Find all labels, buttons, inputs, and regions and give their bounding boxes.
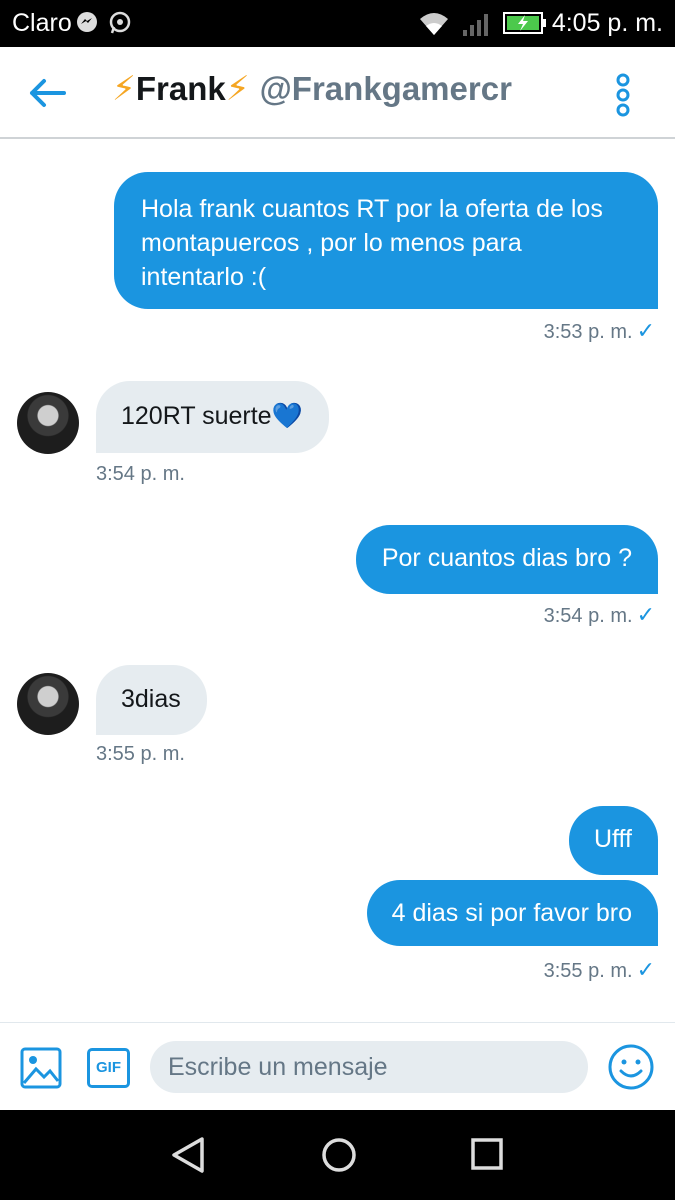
battery-charging-icon [503, 12, 547, 39]
image-icon[interactable] [20, 1047, 62, 1094]
back-triangle-icon[interactable] [170, 1136, 206, 1179]
recents-square-icon[interactable] [470, 1137, 504, 1176]
messenger-icon [76, 11, 98, 38]
gif-icon[interactable]: GIF [87, 1048, 130, 1088]
conversation-title[interactable]: ⚡Frank⚡ @Frankgamercr [112, 69, 512, 109]
message-timestamp: 3:55 p. m. [96, 743, 185, 765]
read-check-icon: ✓ [636, 318, 655, 343]
message-text: 120RT suerte [121, 402, 272, 430]
conversation-header: ⚡Frank⚡ @Frankgamercr [0, 47, 675, 139]
message-text: 4 dias si por favor bro [391, 899, 632, 927]
avatar[interactable] [17, 392, 79, 454]
read-check-icon: ✓ [636, 957, 655, 982]
contact-name: Frank [135, 70, 226, 107]
whatsapp-icon [108, 11, 132, 40]
avatar[interactable] [17, 673, 79, 735]
compose-bar: GIF [0, 1022, 675, 1110]
outgoing-message[interactable]: Por cuantos dias bro ? [355, 525, 658, 594]
signal-icon [463, 10, 493, 41]
more-options-icon[interactable] [610, 73, 636, 117]
message-line: Hola frank cuantos RT por la oferta de l… [141, 195, 603, 223]
home-circle-icon[interactable] [320, 1136, 358, 1179]
message-text: Ufff [594, 825, 632, 853]
message-line: intentarlo :( [141, 263, 267, 291]
message-input[interactable] [150, 1041, 588, 1093]
read-check-icon: ✓ [636, 602, 655, 627]
message-timestamp: 3:53 p. m. ✓ [543, 318, 655, 343]
navigation-bar [0, 1110, 675, 1200]
message-text: 3dias [121, 685, 181, 713]
emoji-icon[interactable] [607, 1043, 655, 1096]
outgoing-message[interactable]: Hola frank cuantos RT por la oferta de l… [114, 172, 658, 309]
outgoing-message[interactable]: 4 dias si por favor bro [366, 880, 658, 946]
message-text: Por cuantos dias bro ? [381, 544, 632, 572]
carrier-name: Claro [12, 9, 72, 37]
message-timestamp: 3:55 p. m. ✓ [543, 957, 655, 982]
blue-heart-emoji: 💙 [271, 402, 303, 430]
message-line: montapuercos , por lo menos para [141, 229, 522, 257]
contact-handle: @Frankgamercr [259, 70, 512, 107]
outgoing-message[interactable]: Ufff [569, 806, 658, 875]
status-bar: Claro 4:05 p. m. [0, 0, 675, 47]
wifi-icon [418, 9, 450, 42]
incoming-message[interactable]: 120RT suerte💙 [96, 381, 329, 453]
clock: 4:05 p. m. [551, 9, 663, 37]
lightning-emoji: ⚡ [112, 70, 136, 108]
message-timestamp: 3:54 p. m. ✓ [543, 602, 655, 627]
lightning-emoji: ⚡ [225, 70, 250, 108]
message-timestamp: 3:54 p. m. [96, 463, 185, 485]
back-arrow-icon[interactable] [28, 75, 68, 111]
incoming-message[interactable]: 3dias [96, 665, 207, 735]
